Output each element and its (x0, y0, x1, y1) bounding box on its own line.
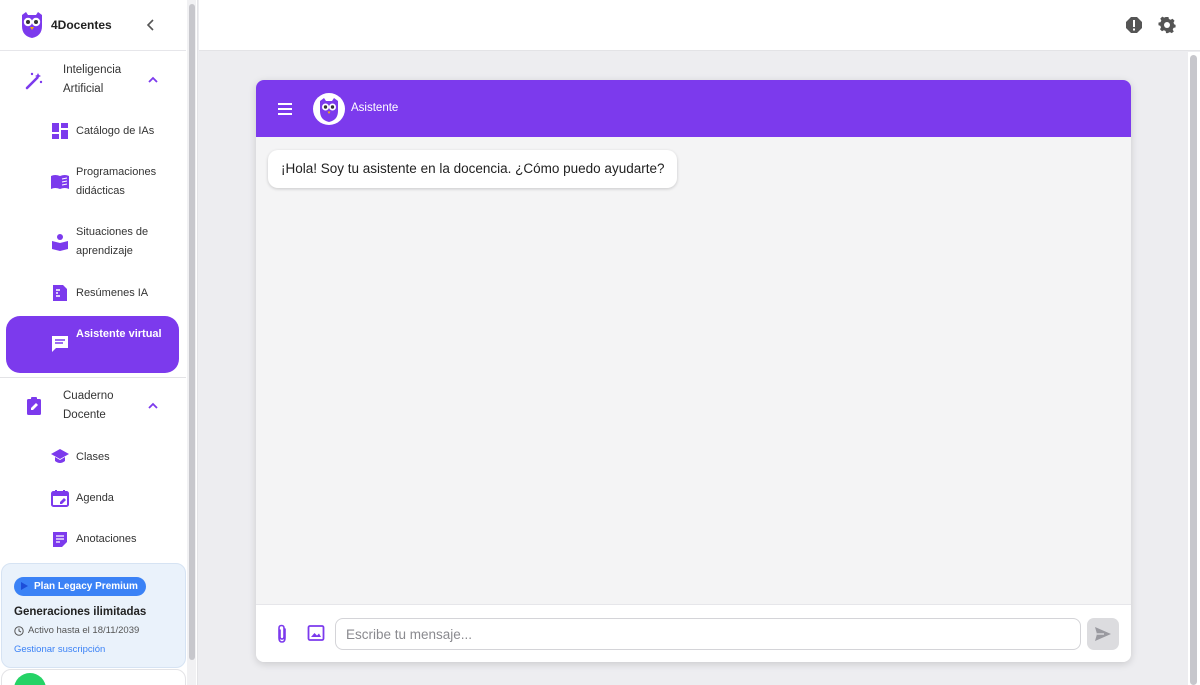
sidebar-item-label: Clases (76, 451, 110, 463)
plan-badge-label: Plan Legacy Premium (34, 581, 138, 592)
paperclip-icon[interactable] (274, 624, 290, 644)
sidebar-item-label: Programaciones didácticas (76, 166, 157, 197)
reader-icon (52, 234, 68, 251)
brand-header: 4Docentes (0, 0, 186, 51)
image-icon[interactable] (307, 624, 325, 642)
book-open-icon (51, 175, 69, 189)
sidebar-group-cuaderno[interactable]: Cuaderno Docente (0, 386, 186, 428)
sidebar-item-label: Anotaciones (76, 533, 137, 545)
send-button[interactable] (1087, 618, 1119, 650)
top-bar (199, 0, 1200, 51)
plan-title: Generaciones ilimitadas (14, 606, 147, 618)
gear-icon[interactable] (1158, 16, 1176, 34)
assistant-avatar (313, 93, 345, 125)
chat-icon (52, 336, 68, 352)
plan-badge: Plan Legacy Premium (14, 577, 146, 596)
sidebar-item-label: Asistente virtual (76, 328, 162, 340)
calendar-edit-icon (51, 490, 69, 507)
chevron-up-icon[interactable] (145, 398, 161, 414)
sidebar-item-label: Catálogo de IAs (76, 125, 155, 137)
message-input[interactable] (335, 618, 1081, 650)
clipboard-edit-icon (27, 397, 41, 415)
sidebar-item-clases[interactable]: Clases (6, 448, 179, 467)
chevron-up-icon[interactable] (145, 72, 161, 88)
sidebar-item-asistente[interactable]: Asistente virtual (6, 316, 179, 373)
sidebar-group-label: Inteligencia Artificial (63, 64, 122, 95)
dashboard-icon (52, 123, 68, 139)
manage-subscription-link[interactable]: Gestionar suscripción (14, 644, 105, 655)
alert-icon[interactable] (1125, 16, 1143, 34)
chat-title: Asistente (351, 102, 399, 114)
sidebar-item-label: Situaciones de aprendizaje (76, 226, 149, 257)
sidebar-item-resumenes[interactable]: Resúmenes IA (6, 284, 179, 303)
owl-logo-icon (320, 98, 338, 122)
plan-card: Plan Legacy Premium Generaciones ilimita… (1, 563, 186, 668)
chat-header: Asistente (256, 80, 1131, 137)
summary-icon (53, 285, 67, 301)
whatsapp-support-button[interactable] (1, 669, 186, 685)
sidebar-item-situaciones[interactable]: Situaciones de aprendizaje (6, 223, 179, 261)
sidebar-item-catalogo[interactable]: Catálogo de IAs (6, 122, 179, 141)
plan-active-text: Activo hasta el 18/11/2039 (28, 625, 140, 636)
sidebar-divider (0, 377, 186, 378)
magic-wand-icon (25, 72, 43, 90)
chat-panel: Asistente ¡Hola! Soy tu asistente en la … (256, 80, 1131, 662)
sidebar-item-label: Agenda (76, 492, 114, 504)
sidebar-item-anotaciones[interactable]: Anotaciones (6, 530, 179, 549)
whatsapp-icon (14, 673, 46, 685)
send-icon (1095, 627, 1111, 641)
sidebar-item-label: Resúmenes IA (76, 287, 149, 299)
message-composer (256, 604, 1131, 662)
sidebar-group-ai[interactable]: Inteligencia Artificial (0, 60, 186, 102)
sidebar-item-programaciones[interactable]: Programaciones didácticas (6, 163, 179, 201)
sidebar-group-label: Cuaderno Docente (63, 390, 114, 421)
school-icon (51, 449, 69, 463)
sidebar: 4Docentes Inteligencia Artificial Catálo… (0, 0, 198, 685)
brand-name: 4Docentes (51, 18, 112, 32)
plan-active-until: Activo hasta el 18/11/2039 (14, 625, 139, 636)
assistant-message: ¡Hola! Soy tu asistente en la docencia. … (268, 150, 678, 188)
owl-logo-icon (22, 12, 42, 38)
play-icon (21, 582, 28, 590)
menu-icon[interactable] (276, 101, 294, 117)
sidebar-scrollbar-thumb[interactable] (189, 4, 195, 660)
sidebar-item-agenda[interactable]: Agenda (6, 489, 179, 508)
clock-icon (14, 625, 24, 636)
chevron-left-icon[interactable] (143, 17, 159, 33)
main-scrollbar-thumb[interactable] (1190, 55, 1197, 685)
notes-icon (53, 532, 67, 547)
